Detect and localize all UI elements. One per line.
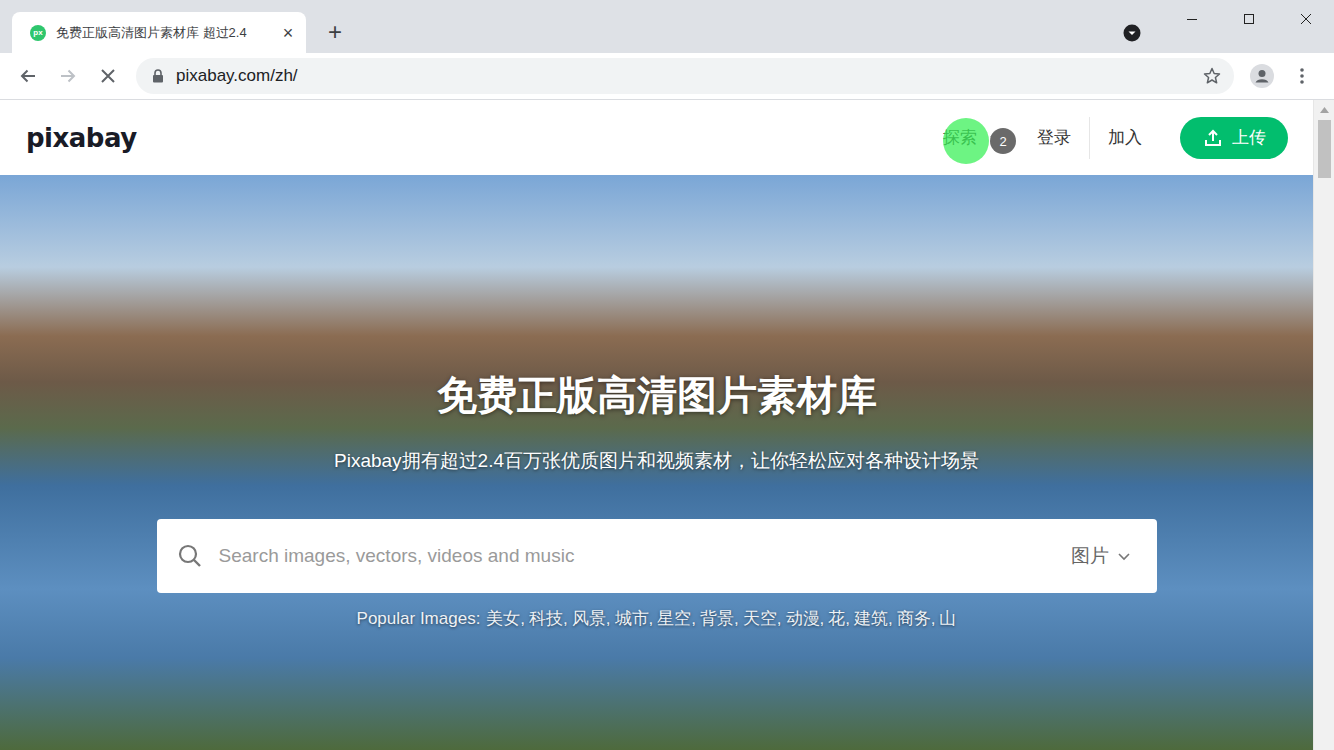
popular-tag-link[interactable]: 风景, <box>572 607 611 631</box>
popular-tag-link[interactable]: 山 <box>939 607 956 631</box>
lock-icon <box>152 69 164 83</box>
click-count-badge: 2 <box>990 128 1016 154</box>
popular-tag-link[interactable]: 花, <box>828 607 850 631</box>
hero-title: 免费正版高清图片素材库 <box>437 367 877 423</box>
stop-button[interactable] <box>88 58 128 94</box>
minimize-button[interactable] <box>1163 0 1220 38</box>
popular-tag-link[interactable]: 背景, <box>700 607 739 631</box>
site-header: pixabay探索登录加入上传2 <box>0 100 1313 175</box>
popular-tag-link[interactable]: 星空, <box>657 607 696 631</box>
close-icon <box>1300 13 1312 25</box>
profile-button[interactable] <box>1242 58 1282 94</box>
nav-link[interactable]: 登录 <box>1037 126 1071 149</box>
popular-tag-link[interactable]: 美女, <box>486 607 525 631</box>
new-tab-button[interactable]: + <box>328 20 342 44</box>
address-bar[interactable]: pixabay.com/zh/ <box>136 58 1234 94</box>
menu-button[interactable] <box>1282 58 1322 94</box>
popular-tag-link[interactable]: 商务, <box>897 607 936 631</box>
tab-search-icon[interactable] <box>1123 24 1141 42</box>
maximize-button[interactable] <box>1220 0 1277 38</box>
popular-tag-link[interactable]: 动漫, <box>786 607 825 631</box>
back-button[interactable] <box>8 58 48 94</box>
profile-icon <box>1250 64 1274 88</box>
tab-close-button[interactable]: × <box>280 23 296 43</box>
browser-window: px 免费正版高清图片素材库 超过2.4 × + pixabay.com/zh/pixa… <box>0 0 1334 750</box>
chevron-down-icon <box>1117 549 1131 563</box>
hero-subtitle: Pixabay拥有超过2.4百万张优质图片和视频素材，让你轻松应对各种设计场景 <box>334 447 979 475</box>
search-icon <box>177 543 203 569</box>
browser-toolbar: pixabay.com/zh/ <box>0 53 1334 100</box>
forward-button[interactable] <box>48 58 88 94</box>
popular-searches: Popular Images:美女,科技,风景,城市,星空,背景,天空,动漫,花… <box>357 607 957 631</box>
upload-icon <box>1204 129 1222 147</box>
forward-arrow-icon <box>59 67 77 85</box>
page-viewport: pixabay探索登录加入上传2免费正版高清图片素材库Pixabay拥有超过2.… <box>0 100 1334 750</box>
pixabay-logo[interactable]: pixabay <box>26 123 137 153</box>
vertical-scrollbar[interactable] <box>1313 100 1334 750</box>
pixabay-page: pixabay探索登录加入上传2免费正版高清图片素材库Pixabay拥有超过2.… <box>0 100 1313 750</box>
popular-tag-link[interactable]: 城市, <box>615 607 654 631</box>
more-vertical-icon <box>1300 68 1304 84</box>
popular-label: Popular Images: <box>357 607 481 631</box>
scroll-up-icon[interactable] <box>1320 107 1329 113</box>
back-arrow-icon <box>19 67 37 85</box>
maximize-icon <box>1243 13 1255 25</box>
minimize-icon <box>1186 13 1198 25</box>
scrollbar-thumb[interactable] <box>1318 120 1331 178</box>
pixabay-favicon-icon: px <box>30 25 46 41</box>
popular-tag-link[interactable]: 天空, <box>743 607 782 631</box>
upload-button[interactable]: 上传 <box>1180 117 1288 159</box>
hero-banner: 免费正版高清图片素材库 Pixabay拥有超过2.4百万张优质图片和视频素材，让你… <box>0 175 1313 750</box>
media-type-dropdown[interactable]: 图片 <box>1071 543 1131 569</box>
close-window-button[interactable] <box>1277 0 1334 38</box>
search-box: Search images, vectors, videos and music… <box>157 519 1157 593</box>
browser-tab[interactable]: px 免费正版高清图片素材库 超过2.4 × <box>12 12 306 53</box>
stop-icon <box>100 68 116 84</box>
search-input[interactable]: Search images, vectors, videos and music <box>219 545 1055 567</box>
nav-link[interactable]: 加入 <box>1089 117 1142 159</box>
tab-strip: px 免费正版高清图片素材库 超过2.4 × + <box>0 0 1334 53</box>
window-controls <box>1163 0 1334 38</box>
cursor-highlight <box>943 118 989 164</box>
popular-tag-link[interactable]: 建筑, <box>854 607 893 631</box>
bookmark-star-icon[interactable] <box>1202 66 1222 86</box>
popular-tag-link[interactable]: 科技, <box>529 607 568 631</box>
tab-title: 免费正版高清图片素材库 超过2.4 <box>56 24 270 42</box>
url-text: pixabay.com/zh/ <box>176 66 298 86</box>
